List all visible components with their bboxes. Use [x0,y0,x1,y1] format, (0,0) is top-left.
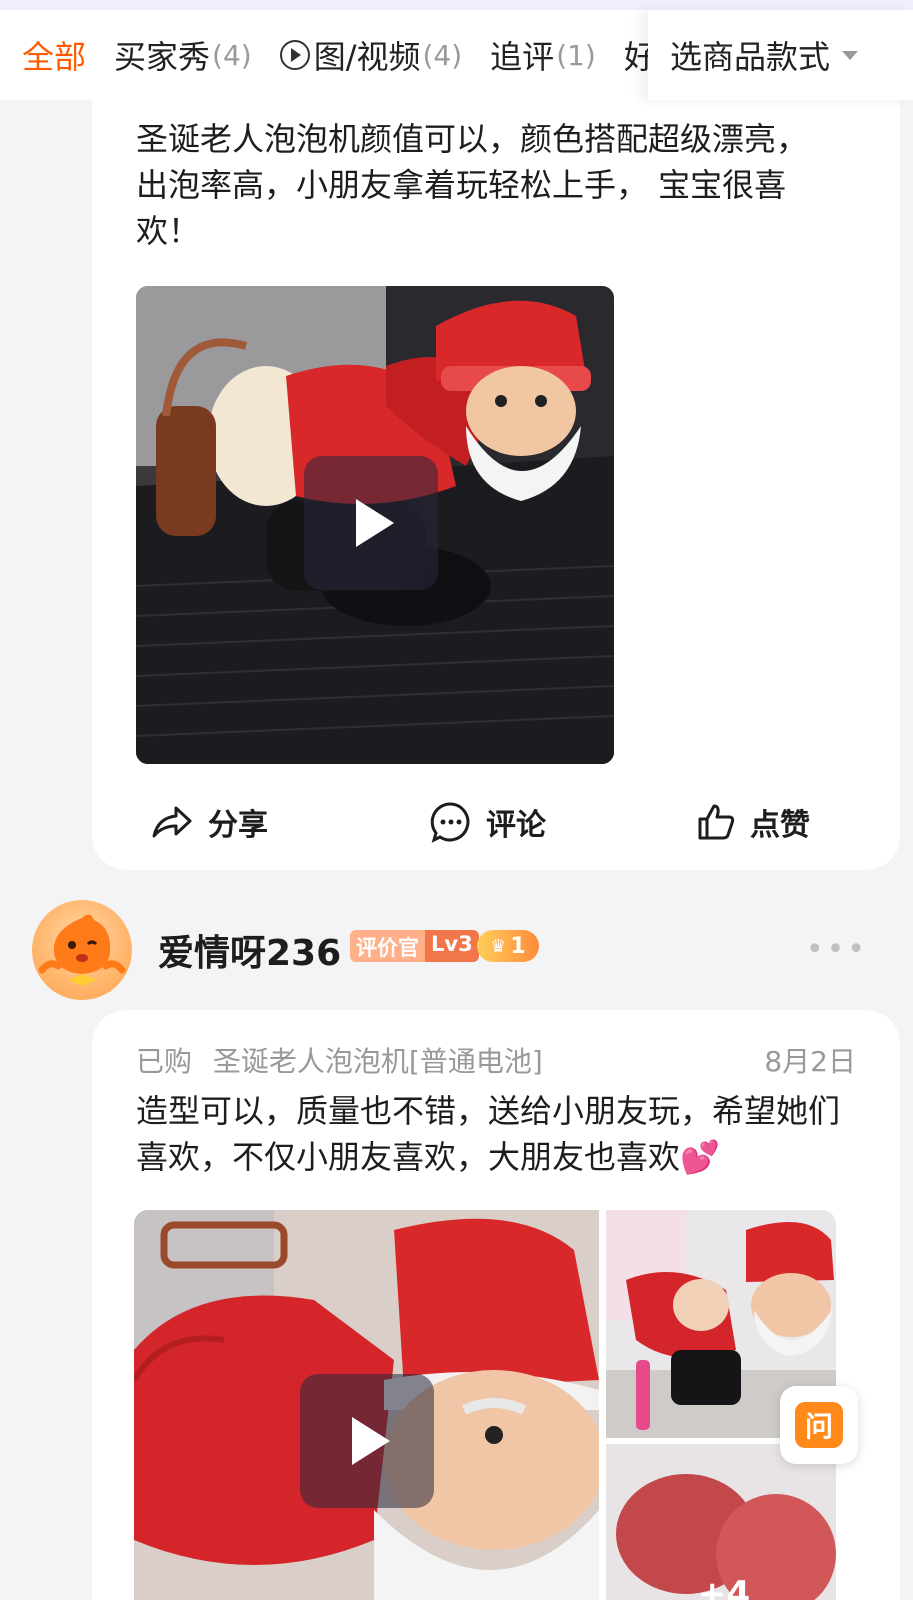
review-card: 圣诞老人泡泡机颜值可以，颜色搭配超级漂亮，出泡率高，小朋友拿着玩轻松上手， 宝宝… [92,40,900,870]
review-video-thumbnail[interactable] [134,1210,599,1600]
tab-follow-up[interactable]: 追评 (1) [490,32,596,78]
review-text: 圣诞老人泡泡机颜值可以，颜色搭配超级漂亮，出泡率高，小朋友拿着玩轻松上手， 宝宝… [136,120,809,250]
ask-question-button[interactable]: 问 [780,1386,858,1464]
reviewer-name[interactable]: 爱情呀236 [158,924,341,976]
thumbs-up-icon [698,804,735,840]
sku-select-dropdown[interactable]: 选商品款式 [648,10,913,100]
tab-count: (4) [422,38,463,72]
tab-label: 买家秀 [114,38,211,76]
play-icon [356,499,394,547]
tab-label: 图/视频 [313,38,421,76]
review-meta: 已购 圣诞老人泡泡机[普通电池] 8月2日 [136,1040,856,1080]
badge-level: Lv3 [425,930,479,962]
mascot-avatar-icon [38,914,126,986]
play-icon [352,1417,390,1465]
caret-down-icon [842,50,859,60]
comment-icon [430,802,470,843]
tab-count: (4) [212,38,252,72]
tab-photo-video[interactable]: 图/视频 (4) [279,32,463,78]
more-options-icon[interactable]: ••• [806,932,868,967]
review-text: 造型可以，质量也不错，送给小朋友玩，希望她们喜欢，不仅小朋友喜欢，大朋友也喜欢💕 [136,1092,841,1176]
review-video-thumbnail[interactable] [136,286,614,764]
avatar[interactable] [32,900,132,1000]
sku-select-label: 选商品款式 [670,38,831,76]
review-filter-bar: 全部 买家秀 (4) 图/视频 (4) 追评 (1) 好 选商品款式 [0,0,913,100]
crown-badge: ♛ 1 [477,930,539,962]
more-images-count: +4 [698,1574,751,1600]
ask-icon: 问 [795,1402,843,1448]
like-button[interactable]: 点赞 [696,800,810,844]
reviewer-header: 爱情呀236 评价官 Lv3 ♛ 1 ••• [32,900,892,1000]
tab-count: (1) [556,38,596,72]
tab-label: 追评 [490,38,555,76]
share-icon [152,806,192,838]
review-date: 8月2日 [764,1045,856,1078]
play-button[interactable] [300,1374,434,1508]
like-label: 点赞 [750,808,810,843]
play-button[interactable] [304,456,438,590]
tab-all[interactable]: 全部 [22,32,86,78]
share-button[interactable]: 分享 [150,800,268,844]
crown-icon: ♛ [490,935,507,957]
play-circle-icon [279,40,310,70]
review-image-thumbnail[interactable]: +4 [606,1444,836,1600]
purchased-sku: 圣诞老人泡泡机[普通电池] [212,1045,543,1078]
comment-button[interactable]: 评论 [430,800,546,844]
review-actions: 分享 评论 点赞 [92,800,900,860]
review-card: 已购 圣诞老人泡泡机[普通电池] 8月2日 造型可以，质量也不错，送给小朋友玩，… [92,1010,900,1600]
tab-buyer-show[interactable]: 买家秀 (4) [114,32,252,78]
share-label: 分享 [208,808,268,843]
tab-label: 全部 [22,38,87,76]
crown-badge-count: 1 [510,933,526,959]
comment-label: 评论 [486,808,546,843]
reviewer-level-badge: 评价官 Lv3 [350,930,479,962]
badge-title: 评价官 [350,930,425,962]
purchased-label: 已购 [136,1045,193,1078]
